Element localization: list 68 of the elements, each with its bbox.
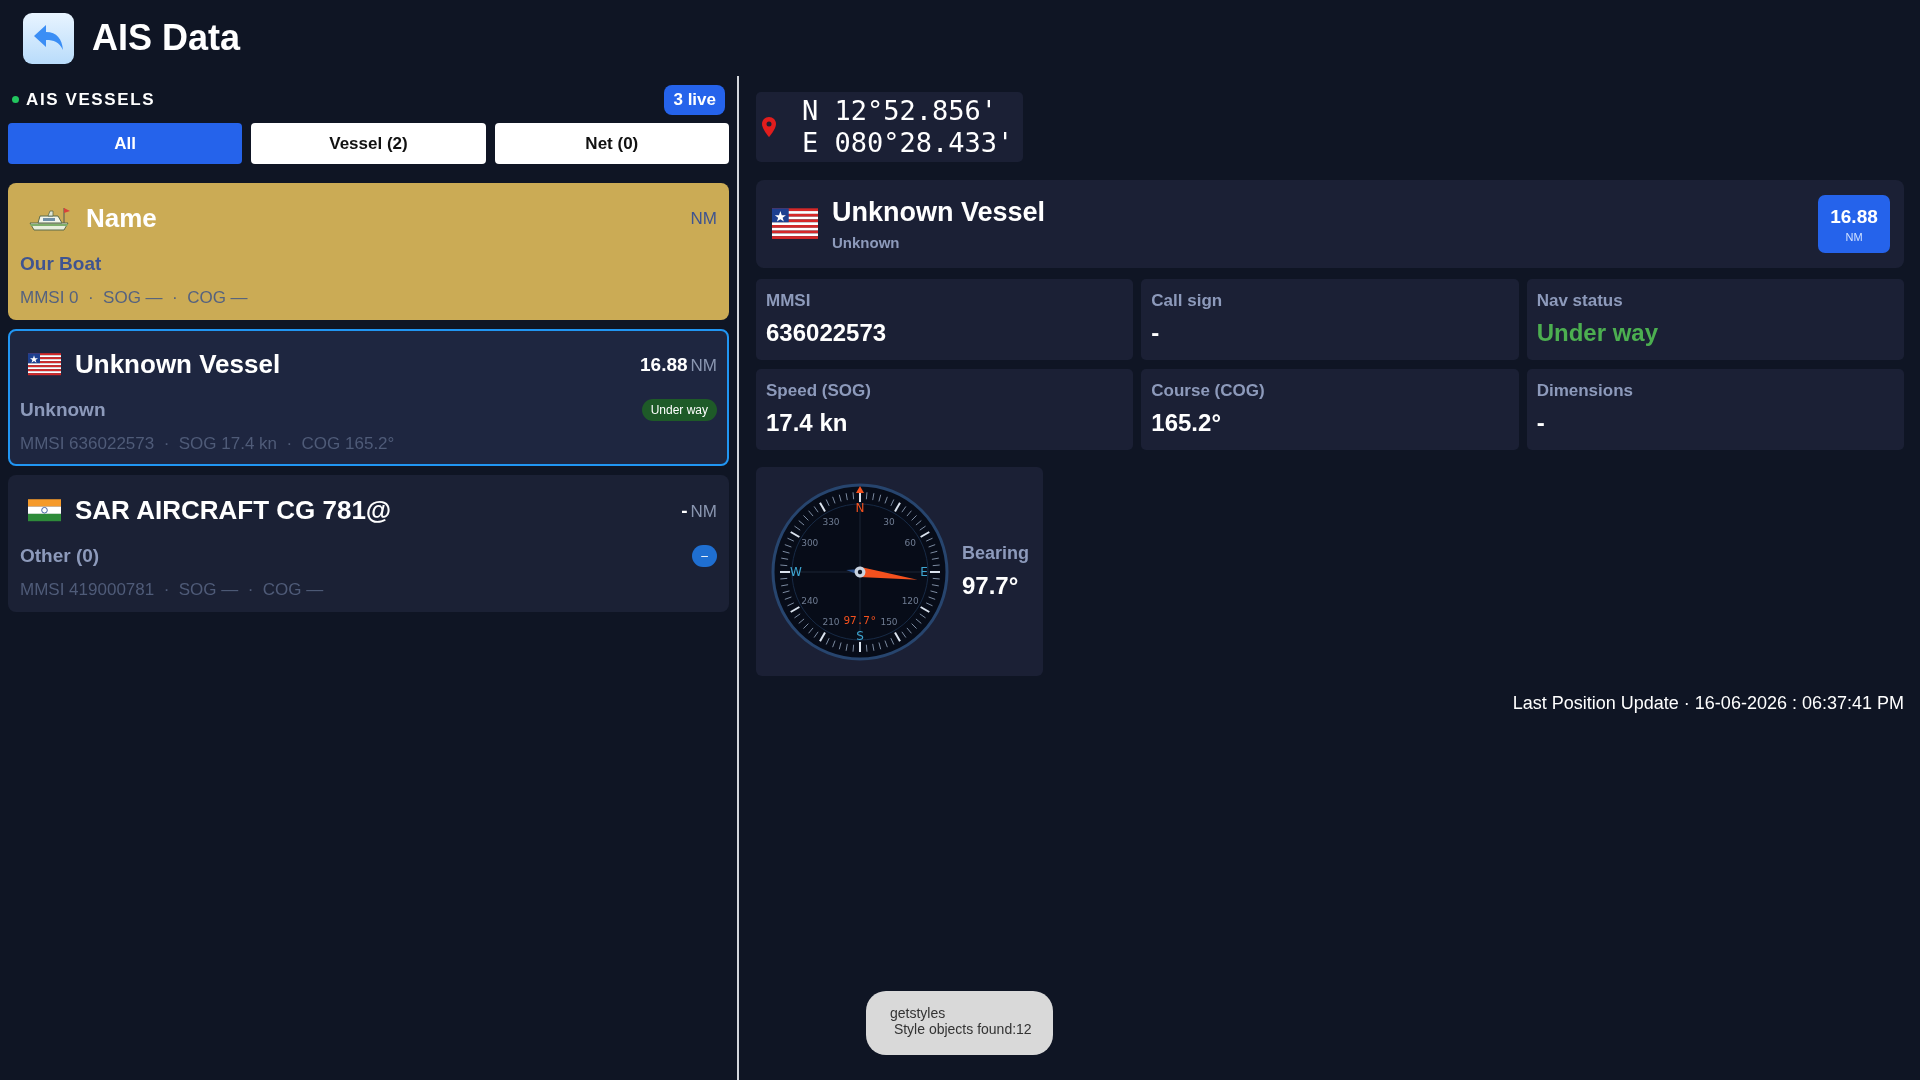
info-label: Call sign [1151,291,1224,311]
info-value: - [1151,319,1161,347]
distance-value: - [681,499,688,522]
info-label: Nav status [1536,291,1624,311]
distance-unit: NM [690,501,717,522]
vessel-details: MMSI 0 · SOG — · COG — [20,288,249,308]
latitude: N 12°52.856' [802,95,999,127]
last-update-text: Last Position Update · 16-06-2026 : 06:37:41 PM [1512,693,1904,714]
vessel-name: Unknown Vessel [75,349,281,380]
distance-unit: NM [690,208,717,229]
dial-label: 240 [801,595,819,606]
live-count-badge: 3 live [664,84,725,115]
dial-label: N [855,500,865,515]
flag-icon [28,353,61,376]
dial-label: E [920,564,928,579]
live-status-dot [12,96,19,103]
info-label: MMSI [766,291,812,311]
info-value: 636022573 [766,319,888,347]
location-pin-icon [762,117,776,137]
distance-value: 16.88 [640,353,688,376]
info-label: Speed (SOG) [766,381,872,401]
vessel-type: Our Boat [20,253,102,275]
vessel-name: Name [86,203,157,234]
toast-text: getstyles [890,1005,947,1021]
distance-value: 16.88 [1830,205,1878,228]
status-badge: Under way [641,399,717,421]
north-marker-icon [856,485,864,493]
page-title: AIS Data [92,17,241,59]
info-label: Dimensions [1536,381,1634,401]
vessel-card[interactable]: SAR AIRCRAFT CG 781@ -NM Other (0) – MMSI 419000781 · SOG — · COG — [8,475,729,612]
vessel-details: MMSI 419000781 · SOG — · COG — [20,580,325,600]
filter-tab[interactable]: Vessel (2) [251,123,486,164]
dial-label: 120 [901,595,919,606]
distance-unit: NM [690,355,717,376]
dial-label: 150 [880,616,898,627]
distance-unit: NM [1845,230,1863,243]
dial-label: 300 [801,537,819,548]
needle-icon [846,566,918,580]
filter-tab[interactable]: All [8,123,243,164]
back-button[interactable] [23,12,74,64]
info-label: Course (COG) [1151,381,1266,401]
dial-label: 210 [822,616,840,627]
vessel-name: Unknown Vessel [832,197,1046,228]
vessel-type: Other (0) [20,545,100,567]
needle-reading: 97.7° [843,613,877,627]
vessel-card[interactable]: Unknown Vessel 16.88 NM Unknown Under way MMSI 636022573 · SOG 17.4 kn · COG 165.2° [8,329,729,466]
toast-text: Style objects found:12 [892,1021,1033,1037]
dial-label: 30 [883,516,895,527]
status-badge: – [692,545,717,567]
info-value: 165.2° [1151,409,1222,437]
info-value: Under way [1536,319,1660,347]
longitude: E 080°28.433' [802,127,1014,159]
dial-label: 330 [822,516,840,527]
vessel-details: MMSI 636022573 · SOG 17.4 kn · COG 165.2° [20,434,396,454]
bearing-value: 97.7° [962,572,1020,600]
flag-icon [772,208,818,240]
dial-label: S [856,628,864,643]
info-value: 17.4 kn [766,409,849,437]
vessel-type: Unknown [832,234,901,251]
dial-label: 60 [904,537,916,548]
info-value: - [1536,409,1546,437]
dial-label: W [790,564,802,579]
vessel-type: Unknown [20,399,106,421]
vessel-name: SAR AIRCRAFT CG 781@ [75,495,392,526]
filter-tab[interactable]: Net (0) [494,123,729,164]
bearing-label: Bearing [962,543,1030,564]
list-title: AIS VESSELS [26,89,156,110]
flag-icon [28,499,61,522]
